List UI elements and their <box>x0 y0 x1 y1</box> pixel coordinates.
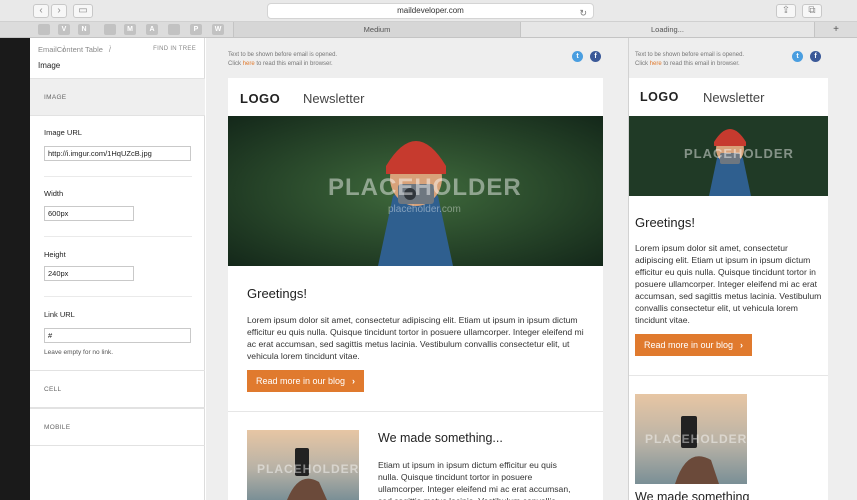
hero-placeholder-text: PLACEHOLDER <box>684 146 794 161</box>
section-mobile-header[interactable]: MOBILE <box>30 408 205 446</box>
bookmark-w-icon[interactable]: W <box>212 24 224 35</box>
read-more-label: Read more in our blog <box>644 340 734 350</box>
section2-image-mobile[interactable]: PLACEHOLDER <box>635 394 747 484</box>
height-label: Height <box>44 250 66 259</box>
breadcrumb-separator: / <box>108 45 112 54</box>
twitter-icon[interactable]: t <box>572 51 583 62</box>
section-divider <box>228 411 603 412</box>
section-divider <box>629 375 828 376</box>
image-url-input[interactable]: http://i.imgur.com/1HqUZcB.jpg <box>44 146 191 161</box>
app-sidebar-strip <box>0 38 30 500</box>
bookmark-n-icon[interactable]: N <box>78 24 90 35</box>
breadcrumb: Email / Content Table / <box>38 45 112 54</box>
browser-titlebar: ‹ › ▭ maildeveloper.com ↻ ⇪ ⧉ <box>0 0 857 22</box>
section2-body: Etiam ut ipsum in ipsum dictum efficitur… <box>378 460 571 500</box>
bookmarks-and-tabs-bar: V N M A P W Medium Loading... + <box>0 22 857 38</box>
bookmark-p-icon[interactable]: P <box>190 24 202 35</box>
panel-title: Image <box>38 61 61 70</box>
preheader-line1: Text to be shown before email is opened. <box>635 52 745 58</box>
email-body-text: Lorem ipsum dolor sit amet, consectetur … <box>635 243 822 325</box>
preheader-line1: Text to be shown before email is opened. <box>228 52 338 58</box>
section2-title-mobile: We made something <box>635 490 750 500</box>
email-logo: LOGO <box>640 90 679 104</box>
preheader-here-link[interactable]: here <box>243 61 255 67</box>
hero-image-mobile[interactable]: PLACEHOLDER <box>629 116 828 196</box>
section-cell-header[interactable]: CELL <box>30 370 205 408</box>
section-image-header[interactable]: IMAGE <box>30 78 205 116</box>
greeting-heading: Greetings! <box>247 286 307 301</box>
link-url-label: Link URL <box>44 310 75 319</box>
forward-icon[interactable]: › <box>51 4 67 18</box>
breadcrumb-email[interactable]: Email <box>38 45 57 54</box>
chevron-right-icon: › <box>740 340 743 350</box>
greeting-heading: Greetings! <box>635 215 695 230</box>
hero-placeholder-text: PLACEHOLDER <box>328 174 522 201</box>
bookmark-m-icon[interactable]: M <box>124 24 136 35</box>
tab-loading[interactable]: Loading... <box>520 22 814 37</box>
reload-icon[interactable]: ↻ <box>579 6 587 20</box>
tabs-overview-icon[interactable]: ⧉ <box>802 4 822 18</box>
email-body-text: Lorem ipsum dolor sit amet, consectetur … <box>247 315 584 361</box>
divider <box>44 296 192 297</box>
section2-image[interactable]: PLACEHOLDER <box>247 430 359 500</box>
read-more-label: Read more in our blog <box>256 376 346 386</box>
bookmark-v-icon[interactable]: V <box>58 24 70 35</box>
bookmark-camera-icon[interactable] <box>168 24 180 35</box>
section2-placeholder-text: PLACEHOLDER <box>257 462 359 476</box>
link-url-input[interactable]: # <box>44 328 191 343</box>
twitter-icon[interactable]: t <box>792 51 803 62</box>
address-url: maildeveloper.com <box>397 6 464 15</box>
preheader-desktop: Text to be shown before email is opened.… <box>228 51 337 69</box>
find-in-tree-link[interactable]: FIND IN TREE <box>153 46 196 52</box>
breadcrumb-separator: / <box>62 45 65 54</box>
email-newsletter-title: Newsletter <box>303 91 365 106</box>
hero-image[interactable]: PLACEHOLDER placeholder.com <box>228 116 603 266</box>
image-url-label: Image URL <box>44 128 82 137</box>
width-input[interactable]: 600px <box>44 206 134 221</box>
divider <box>44 176 192 177</box>
preheader-click: Click <box>635 61 650 67</box>
back-icon[interactable]: ‹ <box>33 4 49 18</box>
facebook-icon[interactable]: f <box>590 51 601 62</box>
preheader-here-link[interactable]: here <box>650 61 662 67</box>
email-logo: LOGO <box>240 91 281 106</box>
sidebar-toggle-icon[interactable]: ▭ <box>73 4 93 18</box>
chevron-right-icon: › <box>352 376 355 386</box>
hero-placeholder-sub: placeholder.com <box>388 204 461 215</box>
email-newsletter-title: Newsletter <box>703 90 765 105</box>
read-more-button[interactable]: Read more in our blog › <box>247 370 364 392</box>
preheader-rest: to read this email in browser. <box>661 61 740 67</box>
read-more-button[interactable]: Read more in our blog › <box>635 334 752 356</box>
tab-medium[interactable]: Medium <box>233 22 520 37</box>
bookmark-a-icon[interactable]: A <box>146 24 158 35</box>
properties-panel: Email / Content Table / FIND IN TREE Image … <box>30 38 205 500</box>
preheader-click: Click <box>228 61 243 67</box>
preheader-mobile: Text to be shown before email is opened.… <box>635 51 744 69</box>
width-label: Width <box>44 189 64 198</box>
divider <box>44 236 192 237</box>
link-url-hint: Leave empty for no link. <box>44 349 114 356</box>
preheader-rest: to read this email in browser. <box>254 61 333 67</box>
height-input[interactable]: 240px <box>44 266 134 281</box>
bookmark-blank-icon[interactable] <box>104 24 116 35</box>
section2-title: We made something... <box>378 431 503 445</box>
bookmark-blank-icon[interactable] <box>38 24 50 35</box>
address-bar[interactable]: maildeveloper.com ↻ <box>267 3 594 19</box>
share-icon[interactable]: ⇪ <box>776 4 796 18</box>
section2-placeholder-text: PLACEHOLDER <box>645 432 747 446</box>
new-tab-button[interactable]: + <box>814 22 857 37</box>
facebook-icon[interactable]: f <box>810 51 821 62</box>
